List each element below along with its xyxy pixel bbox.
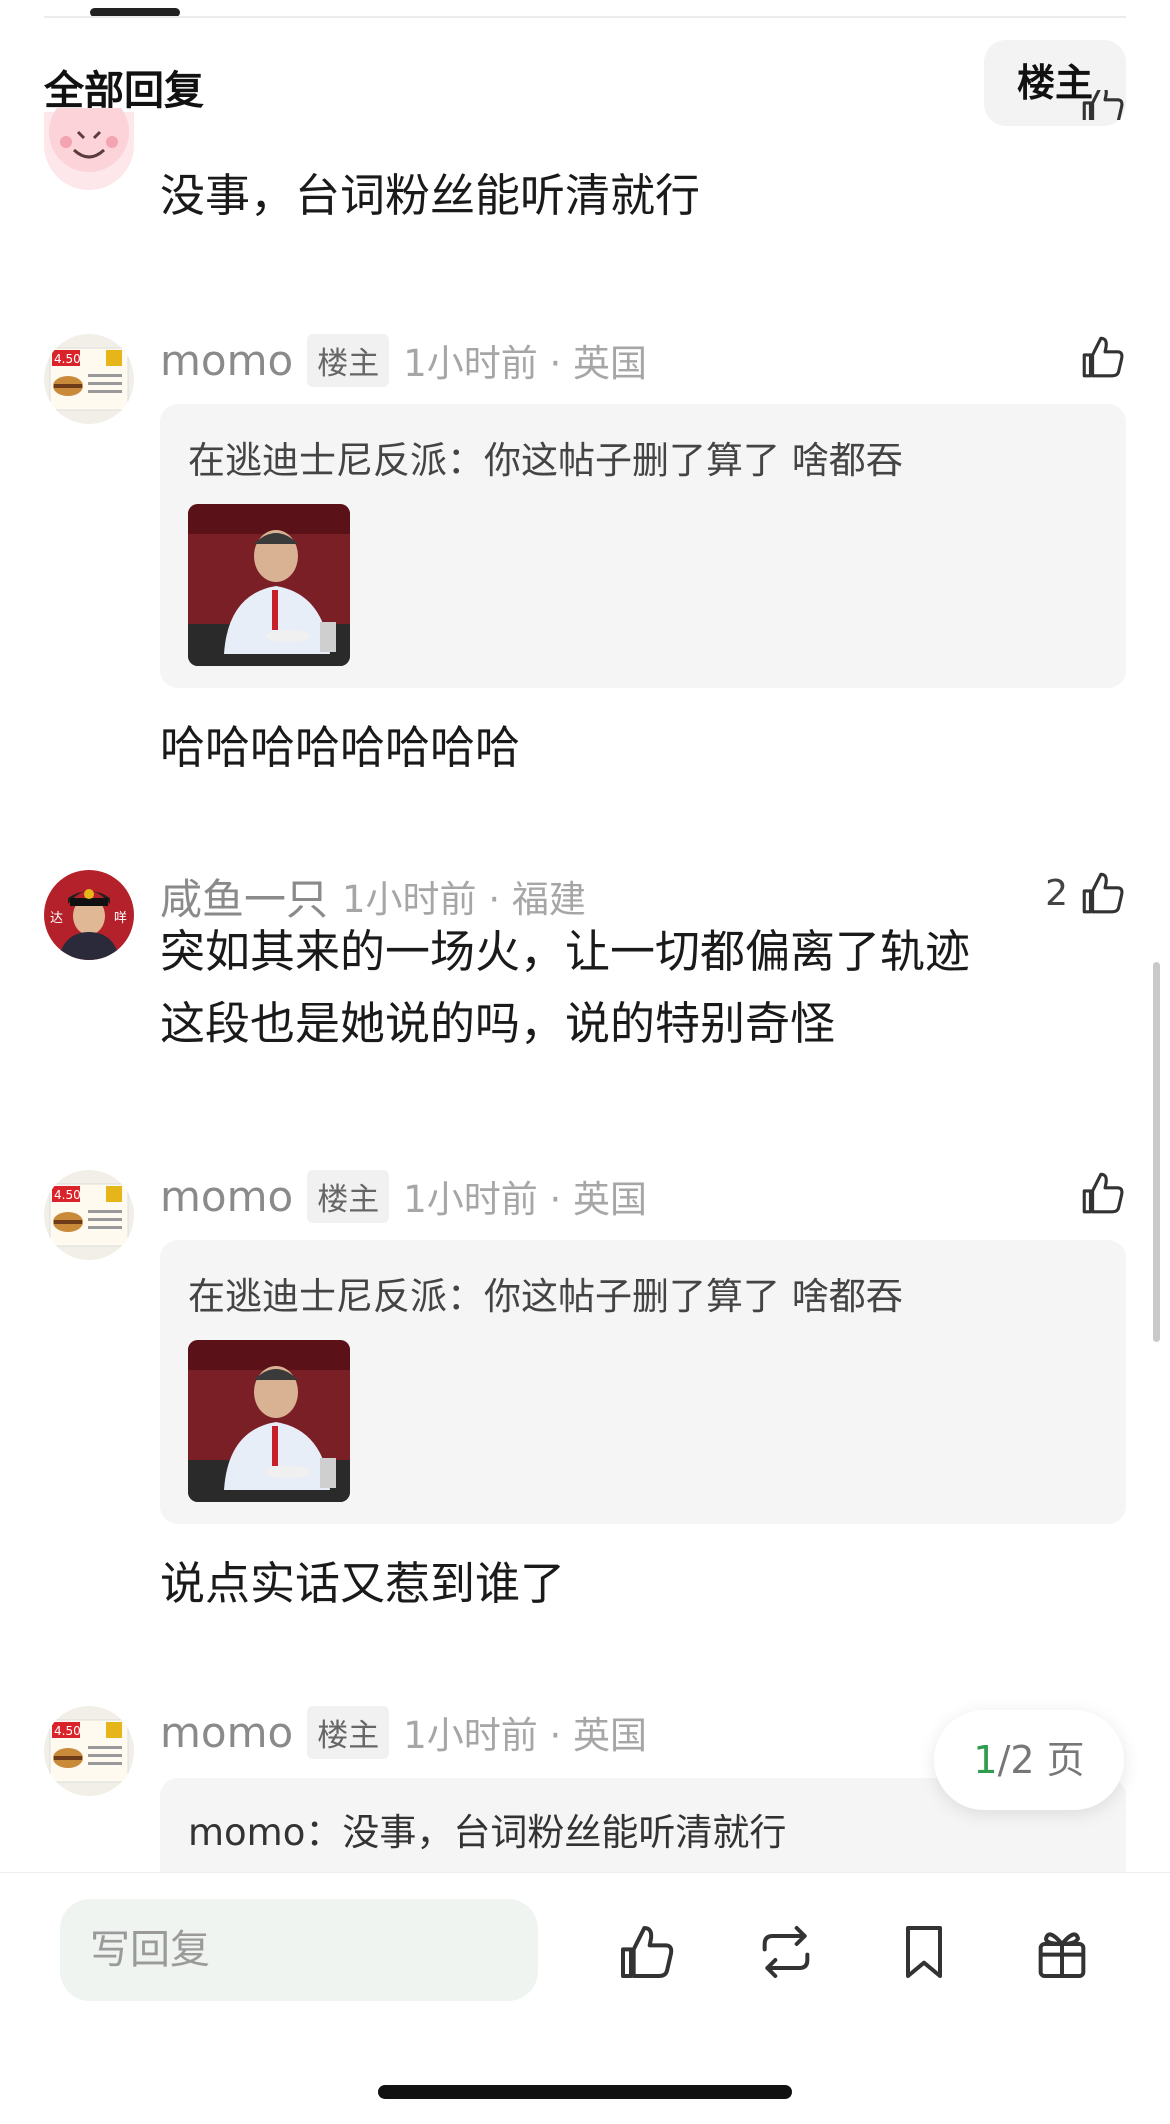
svg-text:4.50: 4.50 [54, 1188, 81, 1202]
avatar-cartoon-image [44, 108, 134, 190]
comment-text: 哈哈哈哈哈哈哈哈 [160, 721, 521, 774]
comment-item: 达 咩 咸鱼一只 1小时前 · 福建 2 突如其来的一场火，让一切都偏离了轨迹 … [0, 866, 1170, 1106]
quoted-image-thumbnail[interactable] [188, 1340, 350, 1502]
quoted-reply-text: 在逃迪士尼反派：你这帖子删了算了 啥都吞 [188, 439, 903, 482]
thumbs-up-icon [1082, 1172, 1124, 1214]
comment-item: 没事，台词粉丝能听清就行 [0, 90, 1170, 300]
author-name[interactable]: momo [160, 1708, 293, 1757]
bottom-action-bar [0, 1872, 1170, 2124]
avatar[interactable]: 4.50 [44, 334, 134, 424]
op-badge: 楼主 [307, 1705, 390, 1759]
replies-header: 全部回复 楼主 [0, 40, 1170, 130]
thumbs-up-icon [1082, 336, 1124, 378]
meeting-photo-image [188, 1340, 350, 1502]
reply-input[interactable] [60, 1899, 538, 2001]
svg-text:达: 达 [50, 911, 63, 926]
thumbs-up-icon [621, 1926, 674, 1978]
repost-icon [762, 1926, 810, 1978]
comment-item: 4.50 momo 楼主 1小时前 · 英国 在逃迪士尼反派：你这帖子删了算了 … [0, 1166, 1170, 1636]
total-pages: /2 页 [997, 1738, 1085, 1782]
comment-text: 这段也是她说的吗，说的特别奇怪 [160, 997, 836, 1050]
svg-text:4.50: 4.50 [54, 1724, 81, 1738]
op-badge: 楼主 [307, 333, 390, 387]
avatar-burger-ad-image: 4.50 [44, 1706, 134, 1796]
timestamp-location: 1小时前 · 英国 [403, 342, 648, 385]
op-badge: 楼主 [307, 1169, 390, 1223]
repost-button[interactable] [751, 1917, 821, 1987]
meeting-photo-image [188, 504, 350, 666]
page-indicator[interactable]: 1/2 页 [934, 1710, 1124, 1810]
like-post-button[interactable] [612, 1917, 682, 1987]
home-indicator [378, 2085, 792, 2099]
bookmark-icon [906, 1926, 942, 1978]
scrollbar[interactable] [1153, 962, 1160, 1342]
like-button[interactable]: 2 [1045, 868, 1128, 918]
timestamp-location: 1小时前 · 英国 [403, 1714, 648, 1757]
comment-text: 说点实话又惹到谁了 [160, 1557, 566, 1610]
gift-button[interactable] [1027, 1917, 1097, 1987]
avatar-burger-ad-image: 4.50 [44, 334, 134, 424]
top-divider [44, 16, 1126, 18]
like-button[interactable] [1078, 332, 1128, 382]
timestamp-location: 1小时前 · 英国 [403, 1178, 648, 1221]
quoted-reply-text: momo：没事，台词粉丝能听清就行 [188, 1811, 787, 1854]
bookmark-button[interactable] [889, 1917, 959, 1987]
avatar[interactable]: 4.50 [44, 1170, 134, 1260]
like-count: 2 [1045, 872, 1068, 914]
avatar-firefighter-image: 达 咩 [44, 870, 134, 960]
comment-meta: momo 楼主 1小时前 · 英国 [160, 1704, 647, 1760]
svg-text:咩: 咩 [114, 911, 127, 926]
comment-meta: momo 楼主 1小时前 · 英国 [160, 1168, 647, 1224]
comment-text: 突如其来的一场火，让一切都偏离了轨迹 [160, 925, 971, 978]
quoted-image-thumbnail[interactable] [188, 504, 350, 666]
current-page: 1 [973, 1738, 998, 1782]
comment-item: 4.50 momo 楼主 1小时前 · 英国 在逃迪士尼反派：你这帖子删了算了 … [0, 330, 1170, 800]
quoted-reply[interactable]: 在逃迪士尼反派：你这帖子删了算了 啥都吞 [160, 1240, 1126, 1524]
quoted-reply[interactable]: 在逃迪士尼反派：你这帖子删了算了 啥都吞 [160, 404, 1126, 688]
avatar[interactable] [44, 108, 134, 190]
avatar[interactable]: 达 咩 [44, 870, 134, 960]
author-name[interactable]: momo [160, 336, 293, 385]
thumbs-up-icon [1082, 90, 1124, 120]
gift-icon [1038, 1932, 1086, 1978]
avatar[interactable]: 4.50 [44, 1706, 134, 1796]
author-name[interactable]: momo [160, 1172, 293, 1221]
avatar-burger-ad-image: 4.50 [44, 1170, 134, 1260]
quoted-reply-text: 在逃迪士尼反派：你这帖子删了算了 啥都吞 [188, 1275, 903, 1318]
comment-text: 没事，台词粉丝能听清就行 [160, 169, 701, 222]
timestamp-location: 1小时前 · 福建 [342, 878, 586, 921]
like-button[interactable] [1078, 90, 1128, 120]
thumbs-up-icon [1082, 872, 1124, 914]
comment-meta: momo 楼主 1小时前 · 英国 [160, 332, 647, 388]
like-button[interactable] [1078, 1168, 1128, 1218]
svg-text:4.50: 4.50 [54, 352, 81, 366]
